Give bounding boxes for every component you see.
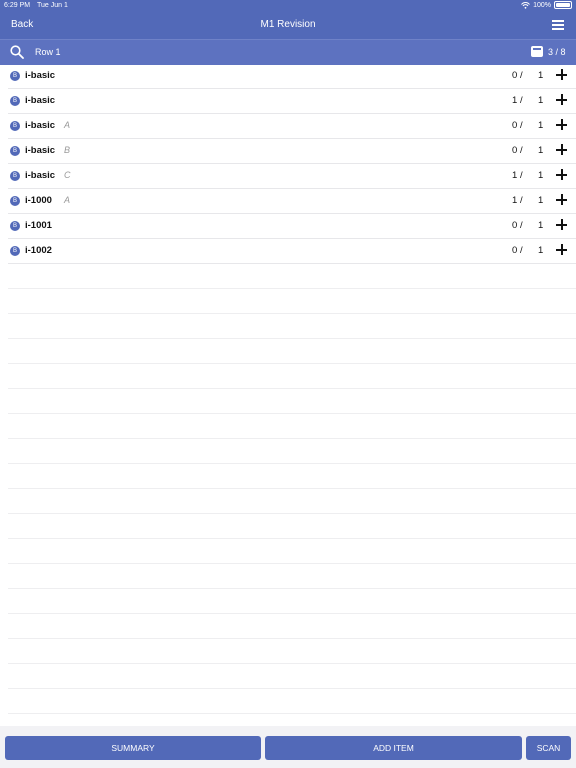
- status-date: Tue Jun 1: [37, 2, 68, 9]
- item-revision: A: [64, 195, 71, 205]
- hamburger-icon[interactable]: [552, 20, 564, 30]
- item-revision: A: [64, 120, 71, 130]
- item-badge-icon: B: [10, 221, 20, 231]
- item-name: i-1000: [25, 195, 52, 206]
- item-badge-icon: B: [10, 196, 20, 206]
- item-total: 1: [538, 95, 544, 106]
- row-selector-bar: Row 1 3 / 8: [0, 39, 576, 65]
- item-total: 1: [538, 195, 544, 206]
- empty-row: [8, 439, 576, 464]
- add-item-button[interactable]: ADD ITEM: [265, 736, 522, 760]
- item-badge-icon: B: [10, 71, 20, 81]
- plus-icon[interactable]: [556, 144, 568, 156]
- item-list: B i-basic 0 / 1 B i-basic 1 / 1 B i-basi…: [8, 64, 576, 739]
- item-name: i-basic: [25, 170, 56, 181]
- item-total: 1: [538, 120, 544, 131]
- item-qty: 1: [512, 95, 518, 106]
- item-name: i-1002: [25, 245, 52, 256]
- plus-icon[interactable]: [556, 69, 568, 81]
- item-slash: /: [520, 220, 523, 231]
- item-badge-icon: B: [10, 96, 20, 106]
- item-total: 1: [538, 245, 544, 256]
- item-badge-icon: B: [10, 246, 20, 256]
- plus-icon[interactable]: [556, 219, 568, 231]
- empty-row: [8, 464, 576, 489]
- battery-icon: [554, 1, 572, 9]
- empty-row: [8, 514, 576, 539]
- item-slash: /: [520, 120, 523, 131]
- list-item[interactable]: B i-basic 0 / 1: [8, 64, 576, 89]
- empty-row: [8, 364, 576, 389]
- list-item[interactable]: B i-1002 0 / 1: [8, 239, 576, 264]
- empty-row: [8, 289, 576, 314]
- empty-row: [8, 414, 576, 439]
- item-name: i-basic: [25, 145, 56, 156]
- item-qty: 1: [512, 170, 518, 181]
- item-name: i-basic: [25, 120, 56, 131]
- empty-row: [8, 389, 576, 414]
- item-total: 1: [538, 170, 544, 181]
- plus-icon[interactable]: [556, 244, 568, 256]
- item-badge-icon: B: [10, 171, 20, 181]
- item-slash: /: [520, 245, 523, 256]
- item-qty: 0: [512, 220, 518, 231]
- item-qty: 1: [512, 195, 518, 206]
- empty-row: [8, 489, 576, 514]
- row-label[interactable]: Row 1: [35, 47, 61, 57]
- list-item[interactable]: B i-1001 0 / 1: [8, 214, 576, 239]
- item-total: 1: [538, 70, 544, 81]
- status-right: 100%: [521, 1, 572, 9]
- empty-row: [8, 689, 576, 714]
- list-item[interactable]: B i-basic 1 / 1: [8, 89, 576, 114]
- empty-row: [8, 264, 576, 289]
- nav-bar: Back M1 Revision: [0, 12, 576, 39]
- plus-icon[interactable]: [556, 94, 568, 106]
- item-slash: /: [520, 195, 523, 206]
- summary-button[interactable]: SUMMARY: [5, 736, 261, 760]
- empty-row: [8, 564, 576, 589]
- list-item[interactable]: B i-basic A 0 / 1: [8, 114, 576, 139]
- item-name: i-basic: [25, 70, 56, 81]
- scan-button[interactable]: SCAN: [526, 736, 571, 760]
- row-count: 3 / 8: [548, 47, 566, 57]
- item-qty: 0: [512, 120, 518, 131]
- item-slash: /: [520, 145, 523, 156]
- list-item[interactable]: B i-1000 A 1 / 1: [8, 189, 576, 214]
- plus-icon[interactable]: [556, 119, 568, 131]
- empty-row: [8, 614, 576, 639]
- list-item[interactable]: B i-basic B 0 / 1: [8, 139, 576, 164]
- status-bar: 6:29 PM Tue Jun 1 100%: [0, 0, 576, 12]
- item-slash: /: [520, 70, 523, 81]
- item-total: 1: [538, 220, 544, 231]
- item-badge-icon: B: [10, 146, 20, 156]
- empty-row: [8, 339, 576, 364]
- bottom-toolbar: SUMMARY ADD ITEM SCAN: [0, 726, 576, 768]
- item-badge-icon: B: [10, 121, 20, 131]
- item-slash: /: [520, 95, 523, 106]
- wifi-icon: [521, 1, 530, 9]
- list-item[interactable]: B i-basic C 1 / 1: [8, 164, 576, 189]
- item-name: i-1001: [25, 220, 52, 231]
- plus-icon[interactable]: [556, 194, 568, 206]
- item-revision: C: [64, 170, 71, 180]
- item-revision: B: [64, 145, 71, 155]
- item-slash: /: [520, 170, 523, 181]
- empty-row: [8, 589, 576, 614]
- empty-row: [8, 314, 576, 339]
- item-name: i-basic: [25, 95, 56, 106]
- status-time: 6:29 PM: [4, 2, 31, 9]
- item-qty: 0: [512, 145, 518, 156]
- battery-percent: 100%: [533, 1, 551, 9]
- box-icon: [531, 46, 543, 57]
- item-total: 1: [538, 145, 544, 156]
- empty-row: [8, 664, 576, 689]
- item-qty: 0: [512, 70, 518, 81]
- empty-row: [8, 639, 576, 664]
- empty-row: [8, 539, 576, 564]
- plus-icon[interactable]: [556, 169, 568, 181]
- search-icon[interactable]: [10, 45, 24, 59]
- page-title: M1 Revision: [260, 19, 316, 30]
- item-qty: 0: [512, 245, 518, 256]
